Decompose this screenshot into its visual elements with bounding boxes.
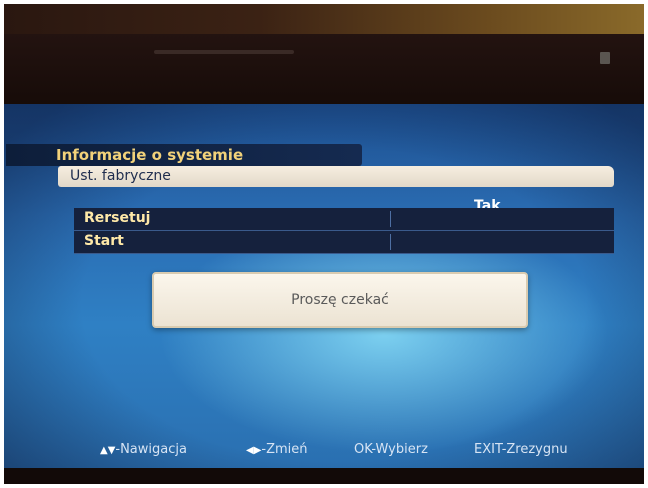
menu-item-label: Start bbox=[84, 233, 124, 249]
hint-text: -Nawigacja bbox=[115, 442, 187, 457]
tv-top-bezel bbox=[4, 34, 644, 108]
hint-text: EXIT-Zrezygnu bbox=[474, 442, 568, 457]
hint-text: OK-Wybierz bbox=[354, 442, 428, 457]
hint-select: OK-Wybierz bbox=[354, 442, 428, 457]
factory-settings-option[interactable]: Ust. fabryczne bbox=[58, 166, 614, 187]
hint-navigate: ▲▼-Nawigacja bbox=[100, 442, 187, 457]
column-divider bbox=[390, 211, 391, 227]
hint-change: ◀▶-Zmień bbox=[246, 442, 308, 457]
hint-text: -Zmień bbox=[261, 442, 308, 457]
dialog-message: Proszę czekać bbox=[291, 292, 389, 308]
bezel-reflection bbox=[154, 50, 294, 54]
tv-photo: Informacje o systemie Ust. fabryczne Tak… bbox=[4, 4, 644, 484]
column-divider bbox=[390, 234, 391, 250]
menu-item-reset[interactable]: Rersetuj bbox=[74, 208, 614, 231]
power-led-icon bbox=[600, 52, 610, 64]
menu-item-label: Rersetuj bbox=[84, 210, 151, 226]
tv-bottom-bezel bbox=[4, 468, 644, 484]
hint-exit: EXIT-Zrezygnu bbox=[474, 442, 568, 457]
arrow-left-right-icon: ◀▶ bbox=[246, 445, 262, 456]
tv-screen: Informacje o systemie Ust. fabryczne Tak… bbox=[4, 104, 644, 472]
footer-hints: ▲▼-Nawigacja ◀▶-Zmień OK-Wybierz EXIT-Zr… bbox=[100, 442, 620, 464]
arrow-up-down-icon: ▲▼ bbox=[100, 445, 116, 456]
wait-dialog: Proszę czekać bbox=[152, 272, 528, 328]
menu-item-start[interactable]: Start bbox=[74, 231, 614, 254]
menu-title: Informacje o systemie bbox=[6, 144, 362, 166]
